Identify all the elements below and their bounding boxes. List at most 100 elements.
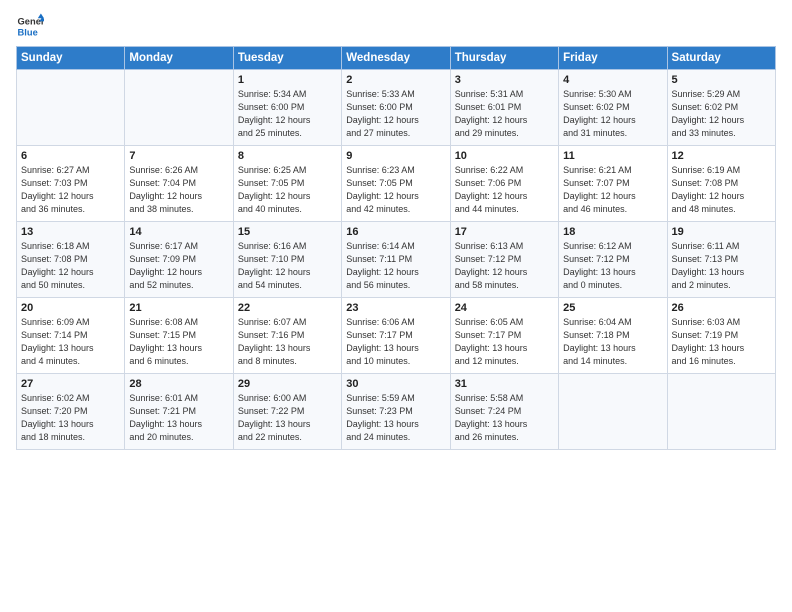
- week-row-4: 20 Sunrise: 6:09 AM Sunset: 7:14 PM Dayli…: [17, 298, 776, 374]
- calendar-cell: 16Sunrise: 6:14 AM Sunset: 7:11 PM Dayli…: [342, 222, 450, 298]
- cell-content: Sunrise: 6:08 AM Sunset: 7:15 PM Dayligh…: [129, 316, 228, 368]
- calendar-cell: 9 Sunrise: 6:23 AM Sunset: 7:05 PM Daylig…: [342, 146, 450, 222]
- day-number: 3: [455, 74, 554, 86]
- cell-content: Sunrise: 6:16 AM Sunset: 7:10 PM Dayligh…: [238, 240, 337, 292]
- calendar-cell: 30 Sunrise: 5:59 AM Sunset: 7:23 PM Dayli…: [342, 374, 450, 450]
- week-row-3: 13 Sunrise: 6:18 AM Sunset: 7:08 PM Dayli…: [17, 222, 776, 298]
- cell-content: Sunrise: 6:17 AM Sunset: 7:09 PM Dayligh…: [129, 240, 228, 292]
- cell-content: Sunrise: 6:04 AM Sunset: 7:18 PM Dayligh…: [563, 316, 662, 368]
- header: General Blue: [16, 12, 776, 40]
- day-number: 18: [563, 226, 662, 238]
- day-number: 22: [238, 302, 337, 314]
- cell-content: Sunrise: 6:02 AM Sunset: 7:20 PM Dayligh…: [21, 392, 120, 444]
- cell-content: Sunrise: 6:11 AM Sunset: 7:13 PM Dayligh…: [672, 240, 771, 292]
- day-number: 17: [455, 226, 554, 238]
- cell-content: Sunrise: 5:29 AM Sunset: 6:02 PM Dayligh…: [672, 88, 771, 140]
- logo: General Blue: [16, 12, 48, 40]
- day-number: 7: [129, 150, 228, 162]
- week-row-1: 1 Sunrise: 5:34 AM Sunset: 6:00 PM Daylig…: [17, 70, 776, 146]
- day-number: 31: [455, 378, 554, 390]
- calendar-cell: 27 Sunrise: 6:02 AM Sunset: 7:20 PM Dayli…: [17, 374, 125, 450]
- calendar-cell: 31Sunrise: 5:58 AM Sunset: 7:24 PM Dayli…: [450, 374, 558, 450]
- day-number: 8: [238, 150, 337, 162]
- cell-content: Sunrise: 6:27 AM Sunset: 7:03 PM Dayligh…: [21, 164, 120, 216]
- cell-content: Sunrise: 6:06 AM Sunset: 7:17 PM Dayligh…: [346, 316, 445, 368]
- calendar-cell: 20 Sunrise: 6:09 AM Sunset: 7:14 PM Dayli…: [17, 298, 125, 374]
- svg-text:Blue: Blue: [18, 27, 38, 37]
- calendar-cell: [125, 70, 233, 146]
- cell-content: Sunrise: 5:31 AM Sunset: 6:01 PM Dayligh…: [455, 88, 554, 140]
- cell-content: Sunrise: 6:22 AM Sunset: 7:06 PM Dayligh…: [455, 164, 554, 216]
- day-number: 20: [21, 302, 120, 314]
- cell-content: Sunrise: 5:59 AM Sunset: 7:23 PM Dayligh…: [346, 392, 445, 444]
- day-header-sunday: Sunday: [17, 47, 125, 70]
- cell-content: Sunrise: 6:18 AM Sunset: 7:08 PM Dayligh…: [21, 240, 120, 292]
- calendar-cell: 7 Sunrise: 6:26 AM Sunset: 7:04 PM Daylig…: [125, 146, 233, 222]
- day-number: 1: [238, 74, 337, 86]
- calendar-cell: 19 Sunrise: 6:11 AM Sunset: 7:13 PM Dayli…: [667, 222, 775, 298]
- day-number: 9: [346, 150, 445, 162]
- cell-content: Sunrise: 6:26 AM Sunset: 7:04 PM Dayligh…: [129, 164, 228, 216]
- day-number: 13: [21, 226, 120, 238]
- cell-content: Sunrise: 6:21 AM Sunset: 7:07 PM Dayligh…: [563, 164, 662, 216]
- calendar-cell: 17 Sunrise: 6:13 AM Sunset: 7:12 PM Dayli…: [450, 222, 558, 298]
- cell-content: Sunrise: 6:13 AM Sunset: 7:12 PM Dayligh…: [455, 240, 554, 292]
- cell-content: Sunrise: 6:12 AM Sunset: 7:12 PM Dayligh…: [563, 240, 662, 292]
- day-number: 4: [563, 74, 662, 86]
- day-header-thursday: Thursday: [450, 47, 558, 70]
- calendar-cell: 14Sunrise: 6:17 AM Sunset: 7:09 PM Dayli…: [125, 222, 233, 298]
- calendar-cell: [667, 374, 775, 450]
- day-number: 2: [346, 74, 445, 86]
- calendar-cell: 3 Sunrise: 5:31 AM Sunset: 6:01 PM Daylig…: [450, 70, 558, 146]
- day-number: 23: [346, 302, 445, 314]
- calendar-cell: 10 Sunrise: 6:22 AM Sunset: 7:06 PM Dayli…: [450, 146, 558, 222]
- cell-content: Sunrise: 6:09 AM Sunset: 7:14 PM Dayligh…: [21, 316, 120, 368]
- logo-icon: General Blue: [16, 12, 44, 40]
- cell-content: Sunrise: 6:14 AM Sunset: 7:11 PM Dayligh…: [346, 240, 445, 292]
- calendar-cell: 18 Sunrise: 6:12 AM Sunset: 7:12 PM Dayli…: [559, 222, 667, 298]
- cell-content: Sunrise: 6:03 AM Sunset: 7:19 PM Dayligh…: [672, 316, 771, 368]
- day-number: 10: [455, 150, 554, 162]
- day-number: 19: [672, 226, 771, 238]
- calendar-cell: 6 Sunrise: 6:27 AM Sunset: 7:03 PM Daylig…: [17, 146, 125, 222]
- cell-content: Sunrise: 6:01 AM Sunset: 7:21 PM Dayligh…: [129, 392, 228, 444]
- day-header-saturday: Saturday: [667, 47, 775, 70]
- day-number: 12: [672, 150, 771, 162]
- day-number: 30: [346, 378, 445, 390]
- calendar-cell: 8 Sunrise: 6:25 AM Sunset: 7:05 PM Daylig…: [233, 146, 341, 222]
- day-number: 27: [21, 378, 120, 390]
- calendar-cell: 5 Sunrise: 5:29 AM Sunset: 6:02 PM Daylig…: [667, 70, 775, 146]
- calendar-cell: 23 Sunrise: 6:06 AM Sunset: 7:17 PM Dayli…: [342, 298, 450, 374]
- cell-content: Sunrise: 6:25 AM Sunset: 7:05 PM Dayligh…: [238, 164, 337, 216]
- day-number: 29: [238, 378, 337, 390]
- calendar-cell: 26Sunrise: 6:03 AM Sunset: 7:19 PM Dayli…: [667, 298, 775, 374]
- header-row: SundayMondayTuesdayWednesdayThursdayFrid…: [17, 47, 776, 70]
- week-row-2: 6 Sunrise: 6:27 AM Sunset: 7:03 PM Daylig…: [17, 146, 776, 222]
- cell-content: Sunrise: 6:00 AM Sunset: 7:22 PM Dayligh…: [238, 392, 337, 444]
- calendar-cell: 12 Sunrise: 6:19 AM Sunset: 7:08 PM Dayli…: [667, 146, 775, 222]
- day-header-wednesday: Wednesday: [342, 47, 450, 70]
- calendar-cell: 4 Sunrise: 5:30 AM Sunset: 6:02 PM Daylig…: [559, 70, 667, 146]
- calendar-cell: 1 Sunrise: 5:34 AM Sunset: 6:00 PM Daylig…: [233, 70, 341, 146]
- day-number: 5: [672, 74, 771, 86]
- calendar-cell: 13 Sunrise: 6:18 AM Sunset: 7:08 PM Dayli…: [17, 222, 125, 298]
- calendar-cell: 21 Sunrise: 6:08 AM Sunset: 7:15 PM Dayli…: [125, 298, 233, 374]
- day-number: 6: [21, 150, 120, 162]
- day-number: 25: [563, 302, 662, 314]
- calendar-cell: 25 Sunrise: 6:04 AM Sunset: 7:18 PM Dayli…: [559, 298, 667, 374]
- day-number: 28: [129, 378, 228, 390]
- cell-content: Sunrise: 5:30 AM Sunset: 6:02 PM Dayligh…: [563, 88, 662, 140]
- day-number: 15: [238, 226, 337, 238]
- cell-content: Sunrise: 6:23 AM Sunset: 7:05 PM Dayligh…: [346, 164, 445, 216]
- day-number: 24: [455, 302, 554, 314]
- calendar-cell: 11Sunrise: 6:21 AM Sunset: 7:07 PM Dayli…: [559, 146, 667, 222]
- cell-content: Sunrise: 5:34 AM Sunset: 6:00 PM Dayligh…: [238, 88, 337, 140]
- day-number: 21: [129, 302, 228, 314]
- week-row-5: 27 Sunrise: 6:02 AM Sunset: 7:20 PM Dayli…: [17, 374, 776, 450]
- cell-content: Sunrise: 6:19 AM Sunset: 7:08 PM Dayligh…: [672, 164, 771, 216]
- calendar-cell: 28 Sunrise: 6:01 AM Sunset: 7:21 PM Dayli…: [125, 374, 233, 450]
- calendar-cell: 2 Sunrise: 5:33 AM Sunset: 6:00 PM Daylig…: [342, 70, 450, 146]
- calendar-cell: 24Sunrise: 6:05 AM Sunset: 7:17 PM Dayli…: [450, 298, 558, 374]
- cell-content: Sunrise: 5:33 AM Sunset: 6:00 PM Dayligh…: [346, 88, 445, 140]
- calendar-cell: [17, 70, 125, 146]
